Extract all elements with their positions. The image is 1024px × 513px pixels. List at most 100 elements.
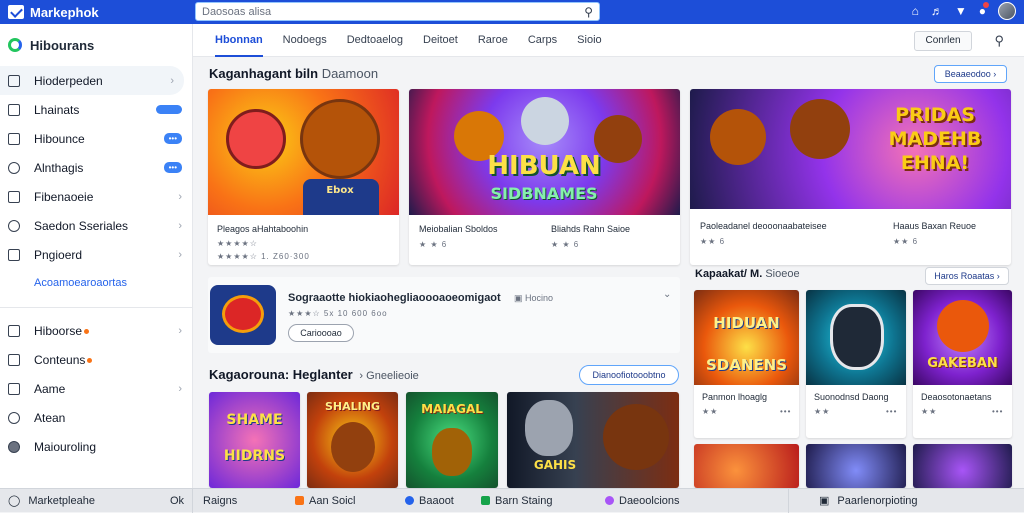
sidebar-link[interactable]: Acoamoearoaortas bbox=[0, 269, 192, 299]
status-item-4[interactable]: Daeoolcions bbox=[595, 489, 715, 513]
brand[interactable]: Markephok bbox=[0, 5, 190, 20]
status-item-3[interactable]: Barn Staing bbox=[471, 489, 595, 513]
side-card-2[interactable]: Suonodnsd Daong ★★ ••• bbox=[806, 290, 906, 438]
bottom-card-4-art-text: GAHIS bbox=[533, 458, 577, 472]
side-card-3[interactable]: GAKEBAN Deaosotonaetans ★★ ••• bbox=[913, 290, 1012, 438]
sidebar-item2-0[interactable]: Hiboorse › bbox=[0, 316, 192, 345]
app-row[interactable]: Sograaotte hiokiaohegliaoooaoeomigaot ▣ … bbox=[208, 277, 680, 353]
status-bar-left-label: Marketpleahe bbox=[28, 494, 95, 507]
lock-icon: ▣ bbox=[819, 495, 830, 507]
sidebar-item-5[interactable]: Saedon Sseriales › bbox=[0, 211, 192, 240]
tab-5[interactable]: Carps bbox=[518, 24, 567, 57]
bottom-section-button[interactable]: Dianoofiotooobtno bbox=[579, 365, 679, 385]
character-wolf-icon bbox=[830, 304, 884, 370]
featured-card-2-art-title: HIBUAN bbox=[487, 151, 601, 181]
top-bar: Markephok Daosoas alisa ⚲ ⌂ ♬ ▼ ● bbox=[0, 0, 1024, 24]
top-icons: ⌂ ♬ ▼ ● bbox=[912, 2, 1016, 20]
character-fox-icon bbox=[937, 300, 989, 352]
sidebar-item2-1[interactable]: Conteuns bbox=[0, 345, 192, 374]
sidebar-item-label: Conteuns bbox=[34, 353, 182, 367]
status-item-1[interactable]: Aan Soicl bbox=[285, 489, 395, 513]
side-section-button[interactable]: Haros Roaatas › bbox=[925, 267, 1009, 285]
notification-icon[interactable]: ● bbox=[979, 2, 990, 18]
tab-0[interactable]: Hbonnan bbox=[205, 24, 273, 57]
search-icon[interactable]: ⚲ bbox=[584, 5, 593, 19]
side-card-6[interactable] bbox=[913, 444, 1012, 488]
tab-4[interactable]: Raroe bbox=[468, 24, 518, 57]
more-icon[interactable]: ••• bbox=[780, 407, 791, 416]
bottom-card-4[interactable]: GAHIS bbox=[507, 392, 679, 488]
featured-card-2-caption: Meiobalian Sboldos bbox=[419, 224, 498, 234]
featured-card-1[interactable]: Ebox Pleagos aHahtaboohin ★★★★☆ ★★★★☆ 1.… bbox=[208, 89, 399, 265]
tab-1[interactable]: Nodoegs bbox=[273, 24, 337, 57]
character-bear-icon bbox=[603, 404, 669, 470]
status-item-label: Daeoolcions bbox=[619, 494, 680, 507]
tab-3[interactable]: Deitoet bbox=[413, 24, 468, 57]
bottom-card-3-art-text: MAIAGAL bbox=[421, 402, 483, 416]
character-wolf-icon bbox=[525, 400, 573, 456]
character-dog-icon bbox=[331, 422, 375, 472]
avatar[interactable] bbox=[998, 2, 1016, 20]
featured-card-2-stars-2: ★ ★ 6 bbox=[551, 240, 580, 249]
sidebar-item-3[interactable]: Alnthagis ••• bbox=[0, 153, 192, 182]
chevron-down-icon[interactable]: ⌄ bbox=[663, 289, 671, 300]
more-icon[interactable]: ••• bbox=[886, 407, 897, 416]
featured-card-3-stars-2: ★★ 6 bbox=[893, 237, 919, 246]
sidebar-item-label: Hioderpeden bbox=[34, 73, 103, 88]
tab-bar-button[interactable]: Conrlen bbox=[914, 31, 972, 51]
more-icon[interactable]: ••• bbox=[992, 407, 1003, 416]
status-item-2[interactable]: Baaoot bbox=[395, 489, 471, 513]
side-card-2-rating: ★★ bbox=[814, 407, 831, 416]
side-card-2-caption: Suonodnsd Daong bbox=[814, 392, 889, 402]
side-card-1[interactable]: HIDUAN SDANENS Panmon lhoaglg ★★ ••• bbox=[694, 290, 799, 438]
featured-subtitle: Daamoon bbox=[321, 66, 379, 81]
search-bar[interactable]: Daosoas alisa ⚲ bbox=[195, 2, 600, 21]
status-bar-left[interactable]: ◯ Marketpleahe Ok bbox=[0, 488, 193, 513]
home-icon[interactable]: ⌂ bbox=[912, 4, 919, 18]
sidebar-item2-3[interactable]: Atean bbox=[0, 403, 192, 432]
sidebar-item-4[interactable]: Fibenaoeie › bbox=[0, 182, 192, 211]
side-section-title: Kapaakat/ M. Sioeoe bbox=[695, 268, 800, 280]
featured-card-3-caption-2: Haaus Baxan Reuoe bbox=[893, 221, 977, 231]
bottom-card-2[interactable]: SHALING bbox=[307, 392, 398, 488]
main-content: Kaganhagant biln Daamoon Beaaeodoo › Ebo… bbox=[193, 57, 1024, 488]
sidebar-item2-2[interactable]: Aame › bbox=[0, 374, 192, 403]
shield-icon[interactable]: ▼ bbox=[955, 4, 967, 18]
search-input[interactable]: Daosoas alisa bbox=[202, 6, 584, 18]
app-row-button[interactable]: Carioooao bbox=[288, 324, 354, 342]
side-card-4[interactable] bbox=[694, 444, 799, 488]
app-circle-icon bbox=[405, 496, 414, 505]
sidebar-item-1[interactable]: Lhainats bbox=[0, 95, 192, 124]
side-section-button-label: Haros Roaatas bbox=[934, 271, 995, 281]
sidebar-item-label: Maiouroling bbox=[34, 439, 97, 454]
featured-card-1-stars: ★★★★☆ bbox=[217, 239, 258, 248]
bottom-card-1[interactable]: SHAME HIDRNS bbox=[209, 392, 300, 488]
featured-card-2[interactable]: HIBUAN SIDBNAMES Meiobalian Sboldos ★ ★ … bbox=[409, 89, 680, 265]
featured-card-3[interactable]: PRIDAS MADEHB EHNA! Paoleadanel deooonaa… bbox=[690, 89, 1011, 265]
featured-more-label: Beaaeodoo bbox=[944, 69, 991, 79]
status-item-0[interactable]: Raigns bbox=[193, 489, 285, 513]
bell-icon[interactable]: ♬ bbox=[931, 4, 943, 18]
side-card-1-art: HIDUAN SDANENS bbox=[694, 290, 799, 385]
side-section-subtitle: Sioeoe bbox=[765, 268, 800, 280]
character-cat-icon bbox=[521, 97, 569, 145]
sidebar-item-6[interactable]: Pngioerd › bbox=[0, 240, 192, 269]
sidebar-item-0[interactable]: Hioderpeden › bbox=[0, 66, 184, 95]
featured-more-button[interactable]: Beaaeodoo › bbox=[934, 65, 1007, 83]
home-icon bbox=[8, 353, 20, 366]
tab-2[interactable]: Dedtoaelog bbox=[337, 24, 413, 57]
search-icon[interactable]: ⚲ bbox=[994, 33, 1004, 49]
sidebar-item-2[interactable]: Hibounce ••• bbox=[0, 124, 192, 153]
featured-card-3-caption: Paoleadanel deooonaabateisee bbox=[700, 221, 827, 231]
sidebar-header-label: Hibourans bbox=[30, 37, 95, 53]
toggle-pill[interactable] bbox=[156, 105, 182, 114]
bottom-card-3[interactable]: MAIAGAL bbox=[406, 392, 498, 488]
side-card-5[interactable] bbox=[806, 444, 906, 488]
app-square-icon bbox=[481, 496, 490, 505]
side-card-3-rating: ★★ bbox=[921, 407, 938, 416]
status-bar-right[interactable]: ▣ Paarlenorpioting bbox=[788, 488, 1024, 513]
app-row-title: Sograaotte hiokiaohegliaoooaoeomigaot bbox=[288, 292, 501, 304]
tab-6[interactable]: Sioio bbox=[567, 24, 611, 57]
sidebar-item2-4[interactable]: Maiouroling bbox=[0, 432, 192, 461]
character-bear-icon bbox=[300, 99, 380, 179]
